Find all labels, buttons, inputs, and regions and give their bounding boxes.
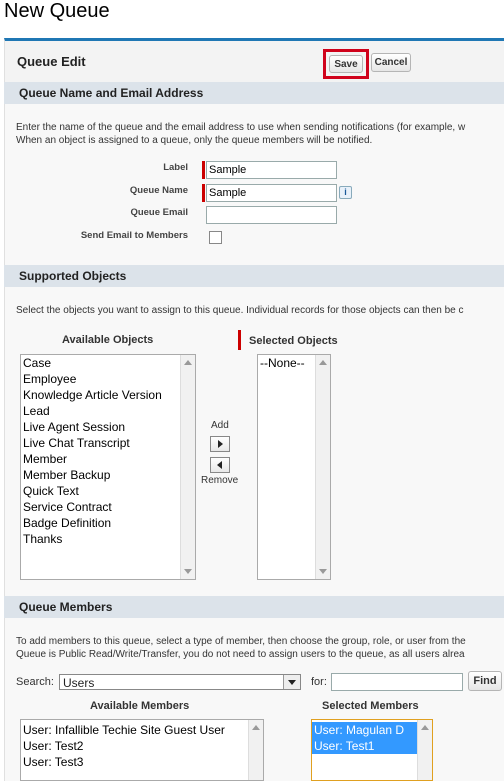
section-title: Queue Members (19, 600, 113, 614)
available-members-list[interactable]: User: Infallible Techie Site Guest User U… (20, 719, 264, 781)
section-header-supported-objects: Supported Objects (4, 265, 504, 287)
info-icon[interactable]: i (339, 186, 352, 199)
list-item[interactable]: Case (21, 355, 195, 371)
list-item[interactable]: Badge Definition (21, 515, 195, 531)
page-title: New Queue (4, 0, 110, 22)
list-item[interactable]: Quick Text (21, 483, 195, 499)
list-item[interactable]: User: Infallible Techie Site Guest User (21, 722, 263, 738)
search-label: Search: (16, 676, 54, 688)
queue-email-input[interactable] (206, 206, 337, 224)
list-item[interactable]: User: Test2 (21, 738, 263, 754)
scrollbar[interactable] (248, 720, 263, 780)
list-item[interactable]: Thanks (21, 531, 195, 547)
scrollbar[interactable] (417, 720, 432, 780)
required-indicator (202, 161, 205, 179)
label-field-label: Label (163, 162, 188, 173)
list-item[interactable]: Live Chat Transcript (21, 435, 195, 451)
section-note: Enter the name of the queue and the emai… (16, 122, 466, 133)
label-input[interactable] (206, 161, 337, 179)
selected-objects-header: Selected Objects (249, 335, 338, 347)
list-item[interactable]: Live Agent Session (21, 419, 195, 435)
selected-members-header: Selected Members (322, 700, 419, 712)
queue-name-field-label: Queue Name (129, 185, 188, 196)
list-item[interactable]: Service Contract (21, 499, 195, 515)
selected-members-list[interactable]: User: Magulan D User: Test1 (311, 719, 433, 781)
section-note: Select the objects you want to assign to… (16, 305, 464, 316)
arrow-right-icon (218, 440, 223, 448)
selected-objects-list[interactable]: --None-- (257, 354, 331, 580)
send-email-field-label: Send Email to Members (80, 230, 188, 241)
section-header-queue-members: Queue Members (4, 596, 504, 618)
member-search-input[interactable] (331, 673, 463, 691)
list-item[interactable]: Knowledge Article Version (21, 387, 195, 403)
required-indicator (238, 330, 241, 350)
panel-title: Queue Edit (17, 54, 86, 69)
list-item[interactable]: Lead (21, 403, 195, 419)
available-members-header: Available Members (90, 700, 190, 712)
scrollbar[interactable] (180, 355, 195, 579)
panel-header: Queue Edit Save Cancel (5, 41, 504, 84)
section-note: When an object is assigned to a queue, o… (16, 135, 373, 146)
list-item[interactable]: Member (21, 451, 195, 467)
list-item[interactable]: Member Backup (21, 467, 195, 483)
available-objects-list[interactable]: Case Employee Knowledge Article Version Lea… (20, 354, 196, 580)
section-title: Supported Objects (19, 269, 127, 283)
cancel-button[interactable]: Cancel (371, 53, 411, 72)
required-indicator (202, 184, 205, 202)
list-item[interactable]: User: Magulan D (312, 722, 432, 738)
section-header-name-email: Queue Name and Email Address (4, 82, 504, 104)
member-type-select[interactable]: Users (59, 674, 301, 690)
available-objects-header: Available Objects (62, 334, 154, 346)
save-button-highlight: Save (323, 49, 369, 79)
chevron-down-icon[interactable] (283, 675, 300, 689)
section-note: To add members to this queue, select a t… (16, 636, 466, 647)
queue-email-field-label: Queue Email (130, 207, 188, 218)
for-label: for: (311, 676, 327, 688)
scrollbar[interactable] (315, 355, 330, 579)
add-arrow-button[interactable] (210, 436, 230, 452)
send-email-checkbox[interactable] (209, 231, 222, 244)
arrow-left-icon (217, 461, 222, 469)
save-button[interactable]: Save (329, 55, 363, 73)
list-item[interactable]: Employee (21, 371, 195, 387)
section-note: Queue is Public Read/Write/Transfer, you… (16, 649, 465, 660)
section-title: Queue Name and Email Address (19, 86, 204, 100)
remove-label: Remove (201, 475, 239, 486)
find-button[interactable]: Find (468, 671, 502, 691)
queue-name-input[interactable] (206, 184, 337, 202)
list-item[interactable]: User: Test1 (312, 738, 432, 754)
list-item[interactable]: User: Test3 (21, 754, 263, 770)
add-label: Add (211, 420, 229, 431)
member-type-value: Users (63, 676, 95, 690)
remove-arrow-button[interactable] (210, 457, 230, 473)
